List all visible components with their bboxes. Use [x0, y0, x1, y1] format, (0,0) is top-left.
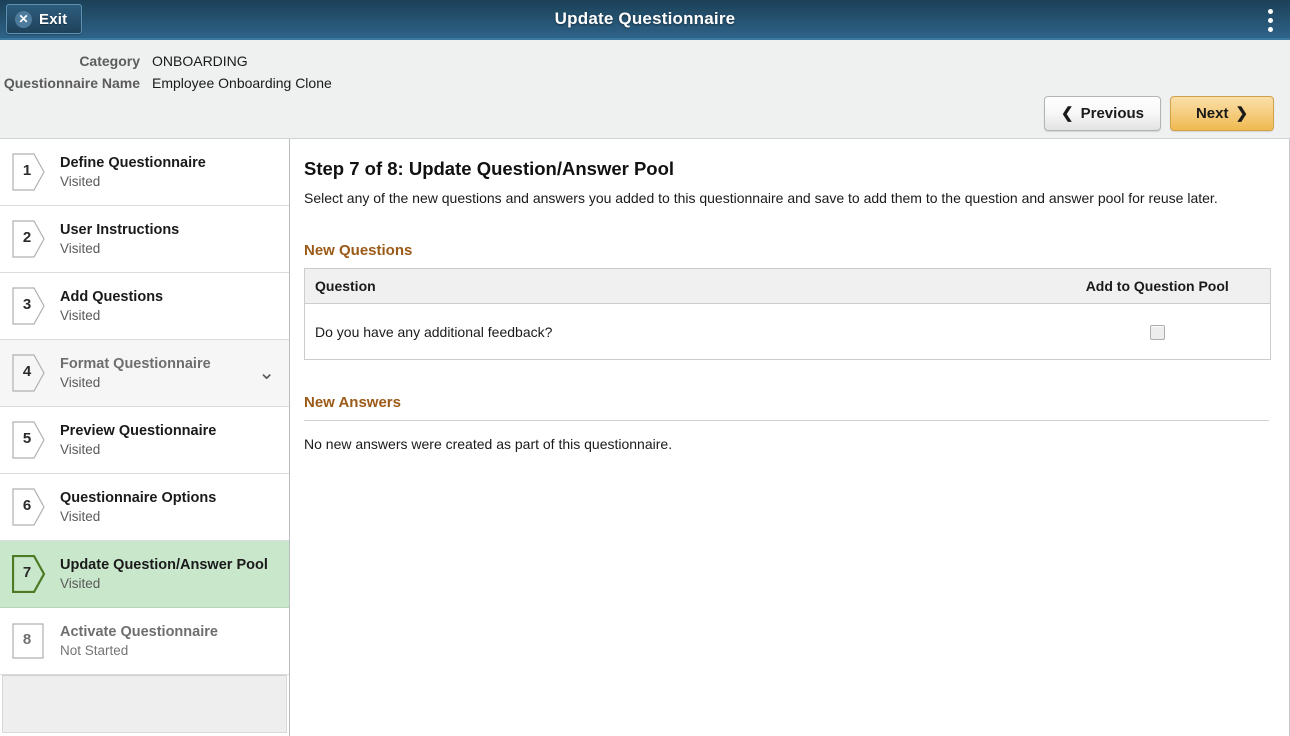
step-number: 2	[12, 220, 42, 254]
step-number: 4	[12, 354, 42, 388]
previous-button[interactable]: ❮ Previous	[1044, 96, 1161, 131]
step-number: 7	[12, 555, 42, 589]
step-status: Not Started	[60, 642, 275, 660]
step-title: Preview Questionnaire	[60, 422, 275, 440]
cell-add-to-question-pool	[1045, 304, 1271, 360]
step-status: Visited	[60, 441, 275, 459]
step-number-badge: 4	[12, 354, 46, 392]
new-questions-section-label: New Questions	[304, 242, 1269, 260]
new-questions-table: Question Add to Question Pool Do you hav…	[304, 268, 1271, 360]
category-value: ONBOARDING	[152, 50, 248, 72]
kebab-dot	[1268, 9, 1273, 14]
sidebar-step-3[interactable]: 3 Add QuestionsVisited	[0, 273, 289, 340]
table-row: Do you have any additional feedback?	[305, 304, 1271, 360]
title-bar: ✕ Exit Update Questionnaire	[0, 0, 1290, 40]
step-status: Visited	[60, 240, 275, 258]
column-header-question: Question	[305, 269, 1045, 304]
new-answers-empty-message: No new answers were created as part of t…	[304, 435, 1269, 454]
step-text: Define QuestionnaireVisited	[60, 154, 275, 191]
step-text: Add QuestionsVisited	[60, 288, 275, 325]
step-number: 5	[12, 421, 42, 455]
step-number: 3	[12, 287, 42, 321]
step-title: Update Question/Answer Pool	[60, 556, 275, 574]
add-to-question-pool-checkbox[interactable]	[1150, 325, 1165, 340]
new-answers-section-label: New Answers	[304, 394, 1269, 412]
sidebar-step-1[interactable]: 1 Define QuestionnaireVisited	[0, 139, 289, 206]
questionnaire-name-label: Questionnaire Name	[0, 72, 152, 94]
sidebar-step-5[interactable]: 5 Preview QuestionnaireVisited	[0, 407, 289, 474]
sidebar-step-8[interactable]: 8 Activate QuestionnaireNot Started	[0, 608, 289, 675]
chevron-down-icon[interactable]: ⌄	[252, 368, 275, 378]
step-number: 8	[12, 622, 42, 656]
step-status: Visited	[60, 307, 275, 325]
step-number: 1	[12, 153, 42, 187]
sidebar-step-4[interactable]: 4 Format QuestionnaireVisited⌄	[0, 340, 289, 407]
step-status: Visited	[60, 374, 252, 392]
step-title: Questionnaire Options	[60, 489, 275, 507]
next-button[interactable]: Next ❯	[1170, 96, 1274, 131]
category-label: Category	[0, 50, 152, 72]
step-text: User InstructionsVisited	[60, 221, 275, 258]
step-number-badge: 1	[12, 153, 46, 191]
table-header-row: Question Add to Question Pool	[305, 269, 1271, 304]
step-text: Questionnaire OptionsVisited	[60, 489, 275, 526]
step-title: Define Questionnaire	[60, 154, 275, 172]
step-number-badge: 8	[12, 622, 46, 660]
previous-button-label: Previous	[1081, 105, 1144, 122]
sidebar-step-7[interactable]: 7 Update Question/Answer PoolVisited	[0, 541, 289, 608]
main-content: Step 7 of 8: Update Question/Answer Pool…	[290, 139, 1290, 736]
sidebar-step-2[interactable]: 2 User InstructionsVisited	[0, 206, 289, 273]
step-status: Visited	[60, 173, 275, 191]
step-title: User Instructions	[60, 221, 275, 239]
step-number-badge: 2	[12, 220, 46, 258]
step-description: Select any of the new questions and answ…	[304, 189, 1269, 208]
next-button-label: Next	[1196, 105, 1229, 122]
step-title: Add Questions	[60, 288, 275, 306]
step-status: Visited	[60, 508, 275, 526]
step-text: Update Question/Answer PoolVisited	[60, 556, 275, 593]
step-number-badge: 5	[12, 421, 46, 459]
step-number-badge: 7	[12, 555, 46, 593]
new-answers-divider	[304, 420, 1269, 421]
sub-header: Category ONBOARDING Questionnaire Name E…	[0, 40, 1290, 139]
step-number-badge: 6	[12, 488, 46, 526]
kebab-dot	[1268, 27, 1273, 32]
sidebar-step-6[interactable]: 6 Questionnaire OptionsVisited	[0, 474, 289, 541]
body-region: 1Define QuestionnaireVisited2User Instru…	[0, 139, 1290, 736]
exit-button-label: Exit	[39, 11, 67, 28]
chevron-left-icon: ❮	[1061, 106, 1074, 121]
step-text: Activate QuestionnaireNot Started	[60, 623, 275, 660]
step-heading: Step 7 of 8: Update Question/Answer Pool	[304, 157, 1269, 181]
questionnaire-name-value: Employee Onboarding Clone	[152, 72, 332, 94]
kebab-menu-icon[interactable]	[1260, 5, 1280, 35]
application-window: ✕ Exit Update Questionnaire Category ONB…	[0, 0, 1290, 736]
field-row-category: Category ONBOARDING	[0, 50, 1290, 72]
field-row-questionnaire-name: Questionnaire Name Employee Onboarding C…	[0, 72, 1290, 94]
close-x-icon: ✕	[15, 11, 32, 28]
step-title: Activate Questionnaire	[60, 623, 275, 641]
chevron-right-icon: ❯	[1235, 106, 1248, 121]
step-title: Format Questionnaire	[60, 355, 252, 373]
wizard-step-sidebar: 1Define QuestionnaireVisited2User Instru…	[0, 139, 290, 736]
step-number-badge: 3	[12, 287, 46, 325]
cell-question: Do you have any additional feedback?	[305, 304, 1045, 360]
kebab-dot	[1268, 18, 1273, 23]
wizard-navigation: ❮ Previous Next ❯	[1044, 96, 1274, 131]
exit-button[interactable]: ✕ Exit	[6, 4, 82, 34]
step-status: Visited	[60, 575, 275, 593]
sidebar-empty-panel	[2, 675, 287, 733]
column-header-add-to-question-pool: Add to Question Pool	[1045, 269, 1271, 304]
step-text: Preview QuestionnaireVisited	[60, 422, 275, 459]
step-number: 6	[12, 488, 42, 522]
step-text: Format QuestionnaireVisited	[60, 355, 252, 392]
page-title: Update Questionnaire	[0, 9, 1290, 29]
